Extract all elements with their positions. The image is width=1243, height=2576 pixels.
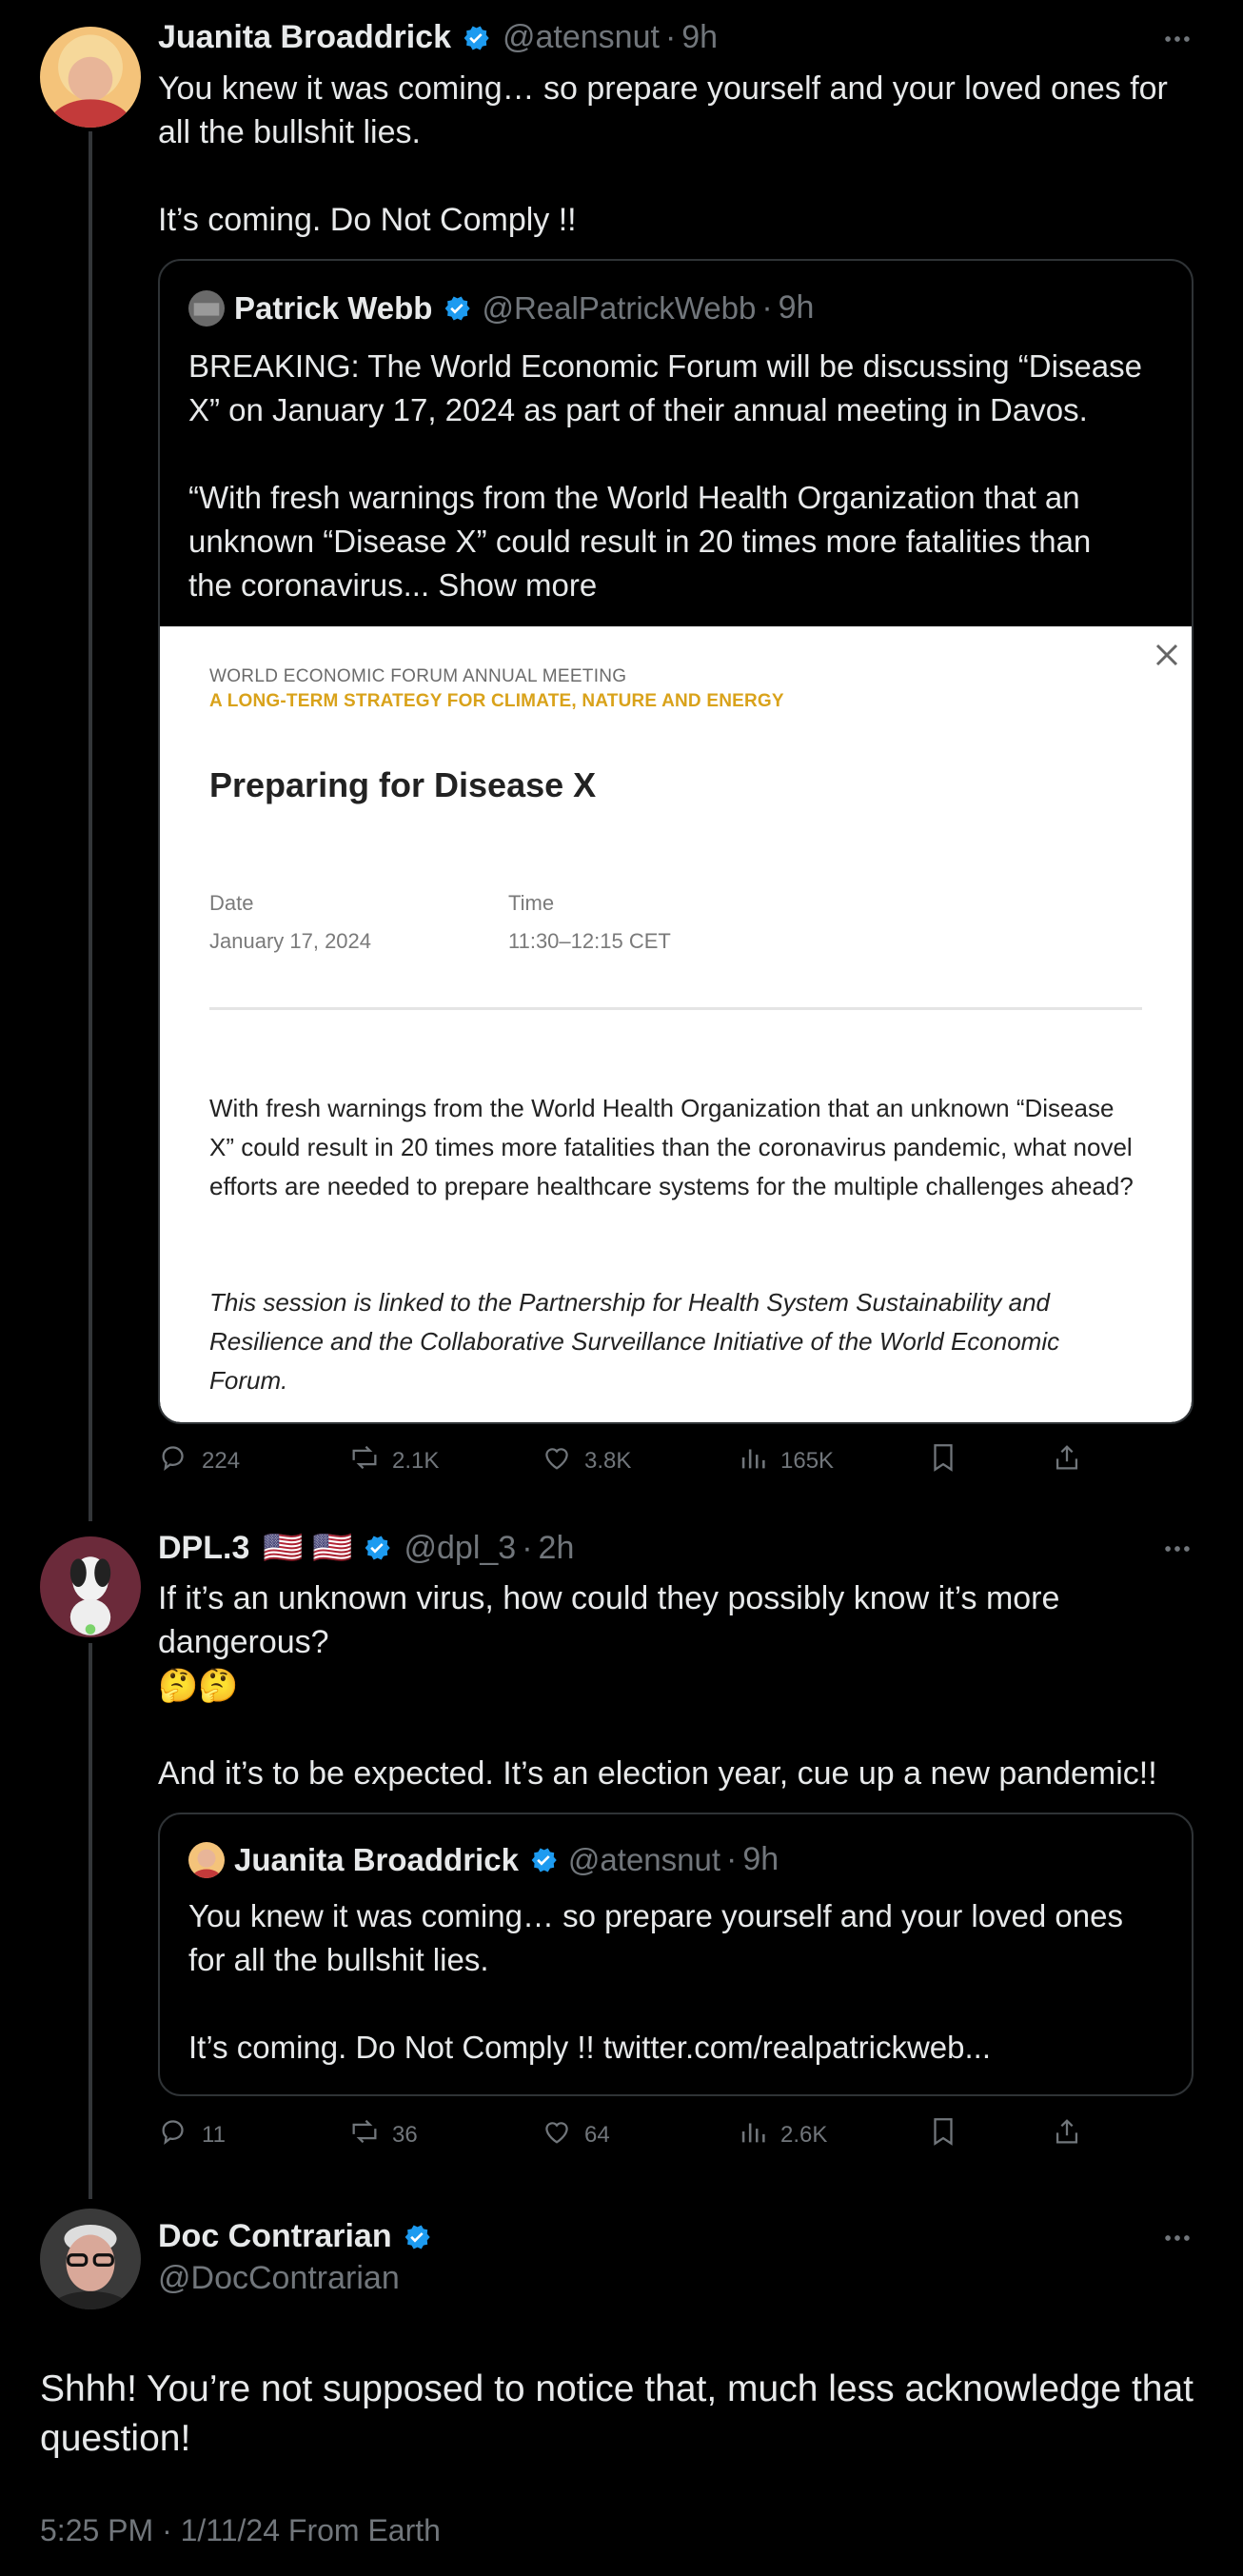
reply-count: 224 — [202, 1447, 241, 1474]
tweet-header: Doc Contrarian — [158, 2218, 432, 2255]
handle[interactable]: @atensnut — [503, 19, 660, 56]
reply-button[interactable]: 11 — [158, 2115, 226, 2154]
views-button[interactable]: 2.6K — [737, 2115, 827, 2154]
avatar[interactable] — [40, 2209, 141, 2309]
quote-timestamp: 9h — [742, 1841, 779, 1877]
quote-timestamp: 9h — [778, 289, 815, 326]
bookmark-icon[interactable] — [927, 1441, 959, 1474]
repost-count: 2.1K — [392, 1447, 440, 1474]
card-time-value: 11:30–12:15 CET — [508, 929, 671, 953]
media-card[interactable]: WORLD ECONOMIC FORUM ANNUAL MEETING A LO… — [160, 626, 1192, 1422]
views-count: 165K — [780, 1447, 835, 1474]
views-button[interactable]: 165K — [737, 1441, 834, 1480]
card-kicker: WORLD ECONOMIC FORUM ANNUAL MEETING — [209, 666, 627, 686]
more-icon[interactable] — [1161, 2222, 1194, 2254]
verified-icon — [442, 293, 472, 324]
reply-icon — [158, 1441, 190, 1480]
share-icon[interactable] — [1051, 2115, 1083, 2148]
flag-emojis: 🇺🇸 🇺🇸 — [263, 1530, 353, 1566]
like-count: 3.8K — [584, 1447, 632, 1474]
avatar[interactable] — [40, 1536, 141, 1637]
quote-display-name: Juanita Broaddrick — [234, 1841, 519, 1877]
display-name[interactable]: Juanita Broaddrick — [158, 19, 451, 56]
card-body: With fresh warnings from the World Healt… — [209, 1094, 1134, 1200]
card-date-value: January 17, 2024 — [209, 929, 372, 953]
quote-avatar — [188, 1841, 225, 1878]
views-icon — [737, 1441, 769, 1480]
like-icon — [541, 2115, 573, 2154]
separator: · — [726, 1841, 738, 1877]
quote-text: BREAKING: The World Economic Forum will … — [188, 348, 1142, 603]
quote-handle: @atensnut — [567, 1841, 721, 1877]
verified-icon — [528, 1845, 559, 1875]
close-icon[interactable] — [1148, 636, 1186, 674]
quoted-tweet[interactable]: Patrick Webb @RealPatrickWebb · 9h BREAK… — [158, 259, 1194, 1424]
reply-count: 11 — [202, 2121, 226, 2148]
quote-header: Juanita Broaddrick @atensnut · 9h — [188, 1841, 779, 1878]
like-button[interactable]: 64 — [541, 2115, 610, 2154]
like-count: 64 — [584, 2121, 610, 2148]
verified-icon — [362, 1533, 392, 1563]
separator: · — [664, 19, 677, 55]
reply-button[interactable]: 224 — [158, 1441, 240, 1480]
repost-button[interactable]: 2.1K — [348, 1441, 439, 1480]
card-title: Preparing for Disease X — [209, 765, 597, 804]
share-icon[interactable] — [1051, 1441, 1083, 1474]
tweet-header: Juanita Broaddrick @atensnut · 9h — [158, 19, 718, 56]
tweet-text: You knew it was coming… so prepare yours… — [158, 70, 1168, 238]
quote-display-name: Patrick Webb — [234, 289, 433, 326]
avatar[interactable] — [40, 27, 141, 128]
quote-header: Patrick Webb @RealPatrickWebb · 9h — [188, 289, 814, 327]
tweet-text: If it’s an unknown virus, how could they… — [158, 1580, 1157, 1792]
thread-line-1 — [89, 131, 92, 1521]
quote-avatar — [188, 289, 225, 327]
repost-icon — [348, 1441, 381, 1480]
verified-icon — [402, 2222, 432, 2252]
quote-text: You knew it was coming… so prepare yours… — [188, 1898, 1123, 2065]
handle[interactable]: @DocContrarian — [158, 2260, 400, 2297]
repost-icon — [348, 2115, 381, 2154]
tweet-text: Shhh! You’re not supposed to notice that… — [40, 2368, 1194, 2459]
more-icon[interactable] — [1161, 1533, 1194, 1565]
display-name[interactable]: Doc Contrarian — [158, 2218, 392, 2255]
bookmark-icon[interactable] — [927, 2115, 959, 2148]
more-icon[interactable] — [1161, 23, 1194, 55]
like-button[interactable]: 3.8K — [541, 1441, 631, 1480]
quoted-tweet[interactable]: Juanita Broaddrick @atensnut · 9h You kn… — [158, 1813, 1194, 2096]
views-count: 2.6K — [780, 2121, 828, 2148]
views-icon — [737, 2115, 769, 2154]
tweet-header: DPL.3 🇺🇸 🇺🇸 @dpl_3 · 2h — [158, 1529, 574, 1567]
verified-icon — [461, 23, 491, 53]
timestamp[interactable]: 9h — [681, 19, 718, 56]
card-time-label: Time — [508, 891, 555, 915]
card-subtitle: A LONG-TERM STRATEGY FOR CLIMATE, NATURE… — [209, 691, 784, 711]
separator: · — [761, 289, 773, 326]
card-date-label: Date — [209, 891, 254, 915]
handle[interactable]: @dpl_3 — [404, 1530, 516, 1567]
repost-count: 36 — [392, 2121, 418, 2148]
display-name[interactable]: DPL.3 — [158, 1530, 249, 1567]
timestamp[interactable]: 2h — [539, 1530, 575, 1567]
thread-line-2 — [89, 1643, 92, 2199]
reply-icon — [158, 2115, 190, 2154]
card-note: This session is linked to the Partnershi… — [209, 1288, 1060, 1395]
card-divider — [209, 1007, 1142, 1010]
quote-handle: @RealPatrickWebb — [482, 289, 757, 326]
tweet-meta[interactable]: 5:25 PM · 1/11/24 From Earth — [40, 2513, 441, 2548]
like-icon — [541, 1441, 573, 1480]
separator: · — [522, 1529, 533, 1566]
repost-button[interactable]: 36 — [348, 2115, 418, 2154]
